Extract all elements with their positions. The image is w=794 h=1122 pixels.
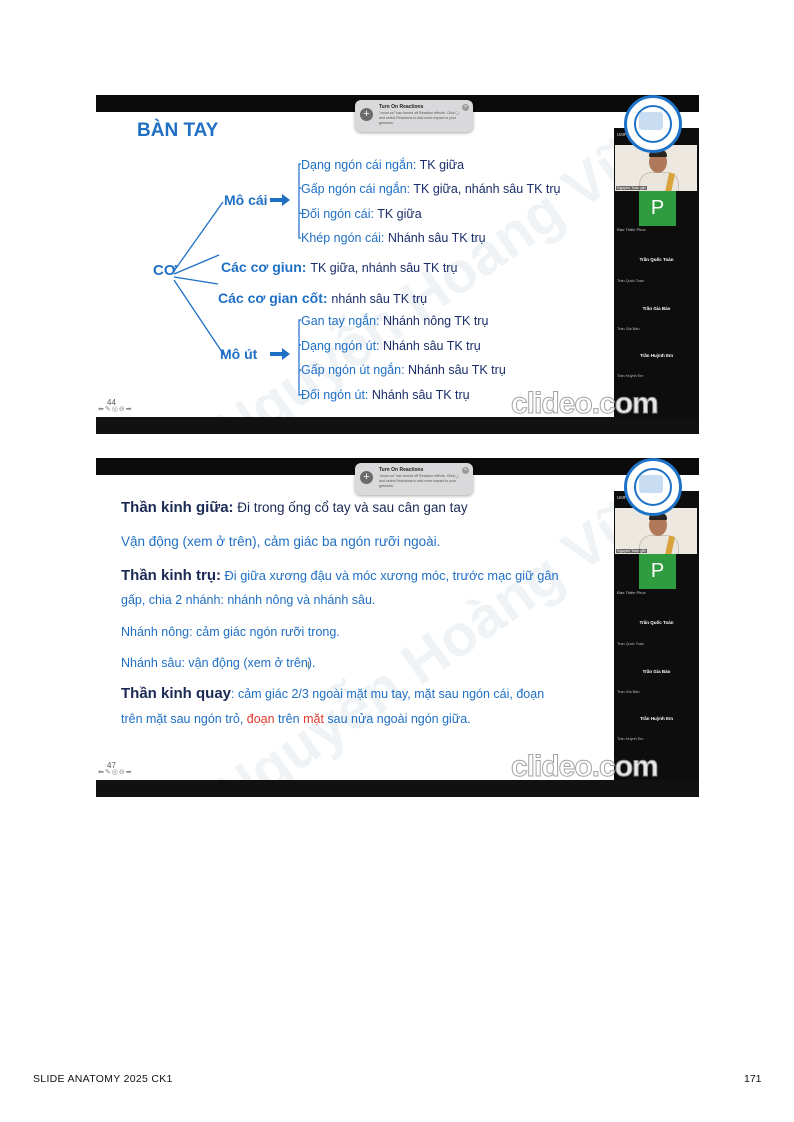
participant-sub: Trần Gia Bảo bbox=[617, 327, 640, 331]
mo-ut-item: Gấp ngón út ngắn: Nhánh sâu TK trụ bbox=[301, 363, 506, 377]
clideo-watermark: clideo.com bbox=[511, 387, 660, 421]
participant-name: Đào Thiện Phúc bbox=[617, 227, 646, 232]
video-name: Nguyen Toan gfb bbox=[616, 186, 647, 190]
tk-quay-line: Thần kinh quay: cảm giác 2/3 ngoài mặt m… bbox=[121, 685, 545, 702]
mo-ut-label: Mô út bbox=[220, 346, 258, 362]
slide-title: BÀN TAY bbox=[137, 120, 219, 141]
slide-nav-icons[interactable]: ⬅✎◎⊖➡ bbox=[98, 768, 133, 776]
tk-tru-line2: gấp, chia 2 nhánh: nhánh nông và nhánh s… bbox=[121, 593, 376, 607]
tk-giua-line: Thần kinh giữa: Đi trong ống cổ tay và s… bbox=[121, 499, 468, 516]
participant-avatar[interactable]: P bbox=[639, 554, 676, 589]
gian-cot-item: Các cơ gian cốt: nhánh sâu TK trụ bbox=[218, 290, 428, 306]
participant-sub: Trần Huỳnh Em bbox=[617, 374, 644, 378]
mo-ut-item: Dạng ngón út: Nhánh sâu TK trụ bbox=[301, 339, 481, 353]
page-number: 171 bbox=[744, 1073, 762, 1085]
nhanh-nong-line: Nhánh nông: cảm giác ngón rưỡi trong. bbox=[121, 625, 340, 639]
mo-cai-item: Khép ngón cái: Nhánh sâu TK trụ bbox=[301, 231, 486, 245]
clideo-watermark: clideo.com bbox=[511, 750, 660, 784]
participant-name: Trần Huỳnh Em bbox=[639, 716, 673, 721]
participant-avatar[interactable]: P bbox=[639, 191, 676, 226]
participant-sub: Trần Huỳnh Em bbox=[617, 737, 644, 741]
participant-name: Trần Gia Bảo bbox=[642, 306, 671, 311]
participants-panel: UMP Cli Nguyen Toan gfb P Đào Thiện Phúc… bbox=[614, 491, 699, 780]
close-icon[interactable]: × bbox=[462, 104, 469, 111]
screenshot-slide-47: Nguyễn Hoàng Vũ Thần kinh giữa: Đi trong… bbox=[96, 458, 699, 797]
slide-nav-icons[interactable]: ⬅✎◎⊖➡ bbox=[98, 405, 133, 413]
screenshot-slide-44: Nguyễn Hoàng Vũ BÀN TAY CƠ Mô cái Mô út … bbox=[96, 95, 699, 434]
tk-tru-line: Thần kinh trụ: Đi giữa xương đậu và móc … bbox=[121, 567, 559, 584]
tk-quay-line2: trên mặt sau ngón trỏ, đoạn trên mặt sau… bbox=[121, 712, 471, 726]
mo-cai-label: Mô cái bbox=[224, 192, 268, 208]
nhanh-sau-line: Nhánh sâu: vận động (xem ở trên). bbox=[121, 656, 316, 670]
participant-name: Trần Quốc Toàn bbox=[639, 620, 674, 625]
zoom-bottom-bar bbox=[96, 780, 699, 797]
university-logo bbox=[624, 95, 682, 153]
zoom-bottom-bar bbox=[96, 417, 699, 434]
slide-47: Nguyễn Hoàng Vũ Thần kinh giữa: Đi trong… bbox=[96, 475, 614, 780]
mo-cai-item: Gấp ngón cái ngắn: TK giữa, nhánh sâu TK… bbox=[301, 182, 561, 196]
mo-ut-item: Gan tay ngắn: Nhánh nông TK trụ bbox=[301, 314, 489, 328]
mo-cai-item: Đối ngón cái: TK giữa bbox=[301, 207, 422, 221]
plus-icon: + bbox=[360, 108, 373, 121]
slide-44: Nguyễn Hoàng Vũ BÀN TAY CƠ Mô cái Mô út … bbox=[96, 112, 614, 417]
giun-item: Các cơ giun: TK giữa, nhánh sâu TK trụ bbox=[221, 259, 458, 275]
participant-name: Đào Thiện Phúc bbox=[617, 590, 646, 595]
popup-body: "zoom.us" has turned off Reaction effect… bbox=[379, 111, 459, 125]
mo-ut-item: Đối ngón út: Nhánh sâu TK trụ bbox=[301, 388, 470, 402]
popup-title: Turn On Reactions bbox=[379, 104, 424, 110]
participant-name: Trần Quốc Toàn bbox=[639, 257, 674, 262]
participant-sub: Trần Quốc Toàn bbox=[617, 279, 645, 283]
document-footer-title: SLIDE ANATOMY 2025 CK1 bbox=[33, 1073, 173, 1085]
video-name: Nguyen Toan gfb bbox=[616, 549, 647, 553]
participant-name: Trần Huỳnh Em bbox=[639, 353, 673, 358]
reactions-popup[interactable]: + Turn On Reactions "zoom.us" has turned… bbox=[355, 463, 473, 495]
participants-panel: UMP Cli Nguyen Toan gfb P Đào Thiện Phúc… bbox=[614, 128, 699, 417]
mo-cai-item: Dạng ngón cái ngắn: TK giữa bbox=[301, 158, 465, 172]
plus-icon: + bbox=[360, 471, 373, 484]
close-icon[interactable]: × bbox=[462, 467, 469, 474]
popup-title: Turn On Reactions bbox=[379, 467, 424, 473]
participant-name: Trần Gia Bảo bbox=[642, 669, 671, 674]
reactions-popup[interactable]: + Turn On Reactions "zoom.us" has turned… bbox=[355, 100, 473, 132]
popup-body: "zoom.us" has turned off Reaction effect… bbox=[379, 474, 459, 488]
participant-sub: Trần Gia Bảo bbox=[617, 690, 640, 694]
co-label: CƠ bbox=[153, 262, 177, 279]
text-cursor-icon: I bbox=[307, 660, 310, 670]
participant-sub: Trần Quốc Toàn bbox=[617, 642, 645, 646]
tk-giua-line2: Vận động (xem ở trên), cảm giác ba ngón … bbox=[121, 534, 441, 549]
university-logo bbox=[624, 458, 682, 516]
